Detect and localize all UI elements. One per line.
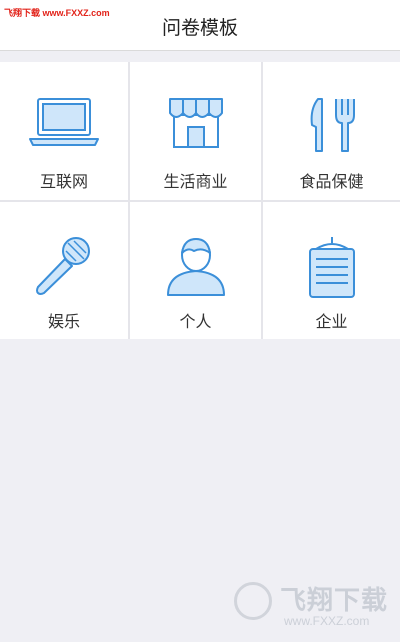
storefront-icon	[168, 98, 223, 148]
page-title: 问卷模板	[161, 17, 238, 39]
brand-watermark: 飞翔下载 www.FXXZ.com	[232, 578, 392, 636]
person-icon	[166, 238, 225, 296]
brand-name: 飞翔下载	[280, 586, 389, 616]
category-label: 食品保健	[299, 172, 364, 191]
category-life-business[interactable]: 生活商业	[130, 62, 261, 200]
category-label: 娱乐	[47, 312, 80, 331]
category-label: 互联网	[39, 172, 88, 191]
category-enterprise[interactable]: 企业	[263, 202, 400, 339]
laptop-icon	[29, 98, 99, 146]
clipboard-icon	[308, 237, 355, 298]
category-food-health[interactable]: 食品保健	[263, 62, 400, 200]
category-label: 个人	[179, 312, 212, 331]
brand-url: www.FXXZ.com	[284, 614, 370, 628]
app-header: 飞翔下载 www.FXXZ.com 问卷模板	[0, 0, 400, 51]
category-label: 生活商业	[163, 172, 228, 191]
category-entertainment[interactable]: 娱乐	[0, 202, 128, 339]
category-label: 企业	[315, 312, 348, 331]
template-category-grid: 互联网 生活商业 食品保健 娱乐 个人 企业	[0, 62, 400, 339]
brand-logo-icon	[234, 582, 272, 620]
category-personal[interactable]: 个人	[130, 202, 261, 339]
category-internet[interactable]: 互联网	[0, 62, 128, 200]
microphone-icon	[36, 237, 90, 295]
knife-fork-icon	[310, 98, 355, 152]
